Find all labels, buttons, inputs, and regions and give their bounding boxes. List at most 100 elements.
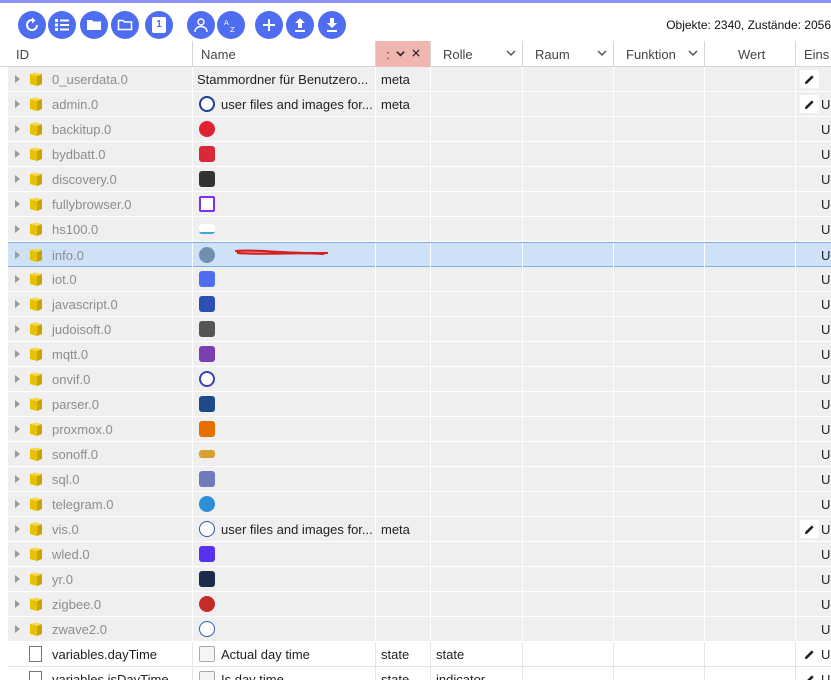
object-id[interactable]: fullybrowser.0	[52, 197, 131, 212]
expand-toggle-icon[interactable]	[15, 100, 20, 108]
settings-u-label[interactable]: U	[821, 347, 830, 362]
object-id[interactable]: sql.0	[52, 472, 79, 487]
object-id[interactable]: admin.0	[52, 97, 98, 112]
settings-u-label[interactable]: U	[821, 597, 830, 612]
object-id[interactable]: vis.0	[52, 522, 79, 537]
settings-u-label[interactable]: U	[821, 122, 830, 137]
column-function[interactable]: Funktion	[614, 41, 705, 67]
refresh-icon[interactable]	[18, 11, 46, 39]
object-id[interactable]: parser.0	[52, 397, 99, 412]
expand-toggle-icon[interactable]	[15, 275, 20, 283]
download-icon[interactable]	[318, 11, 346, 39]
settings-u-label[interactable]: U	[821, 497, 830, 512]
expand-toggle-icon[interactable]	[15, 500, 20, 508]
settings-u-label[interactable]: U	[821, 222, 830, 237]
edit-button[interactable]	[800, 520, 819, 538]
expand-toggle-icon[interactable]	[15, 400, 20, 408]
number-icon[interactable]: 1	[145, 11, 173, 39]
list-icon[interactable]	[48, 11, 76, 39]
expand-toggle-icon[interactable]	[15, 350, 20, 358]
chevron-down-icon[interactable]	[506, 48, 516, 58]
settings-u-label[interactable]: U	[821, 647, 830, 662]
settings-u-label[interactable]: U	[821, 397, 830, 412]
column-id[interactable]: ID	[8, 41, 193, 67]
table-row[interactable]: parser.0 U	[8, 392, 831, 417]
table-row[interactable]: zigbee.0 U	[8, 592, 831, 617]
expand-toggle-icon[interactable]	[15, 225, 20, 233]
table-row[interactable]: hs100.0 U	[8, 217, 831, 242]
expand-toggle-icon[interactable]	[15, 75, 20, 83]
table-row[interactable]: iot.0 U	[8, 267, 831, 292]
settings-u-label[interactable]: U	[821, 248, 830, 263]
edit-button[interactable]	[800, 670, 819, 680]
table-row[interactable]: backitup.0 U	[8, 117, 831, 142]
table-row[interactable]: sonoff.0 U	[8, 442, 831, 467]
expand-toggle-icon[interactable]	[15, 425, 20, 433]
object-id[interactable]: wled.0	[52, 547, 90, 562]
folder-icon[interactable]	[80, 11, 108, 39]
table-row[interactable]: zwave2.0 U	[8, 617, 831, 642]
object-id[interactable]: onvif.0	[52, 372, 90, 387]
settings-u-label[interactable]: U	[821, 622, 830, 637]
table-row[interactable]: discovery.0 U	[8, 167, 831, 192]
table-row[interactable]: bydbatt.0 U	[8, 142, 831, 167]
chevron-down-icon[interactable]	[396, 49, 405, 58]
object-id[interactable]: proxmox.0	[52, 422, 113, 437]
expand-toggle-icon[interactable]	[15, 251, 20, 259]
column-type-filter[interactable]: :	[376, 41, 431, 67]
settings-u-label[interactable]: U	[821, 422, 830, 437]
table-row[interactable]: javascript.0 U	[8, 292, 831, 317]
expand-toggle-icon[interactable]	[15, 450, 20, 458]
table-row[interactable]: judoisoft.0 U	[8, 317, 831, 342]
settings-u-label[interactable]: U	[821, 447, 830, 462]
table-row[interactable]: 0_userdata.0 Stammordner für Benutzero...…	[8, 67, 831, 92]
person-settings-icon[interactable]	[187, 11, 215, 39]
sort-az-icon[interactable]: AZ	[217, 11, 245, 39]
table-row[interactable]: variables.dayTime Actual day time state sta…	[8, 642, 831, 667]
expand-toggle-icon[interactable]	[15, 525, 20, 533]
chevron-down-icon[interactable]	[597, 48, 607, 58]
object-id[interactable]: javascript.0	[52, 297, 118, 312]
upload-icon[interactable]	[286, 11, 314, 39]
settings-u-label[interactable]: U	[821, 372, 830, 387]
table-row[interactable]: vis.0 user files and images for... meta U	[8, 517, 831, 542]
table-row[interactable]: variables.isDayTime Is day time state indic…	[8, 667, 831, 680]
expand-toggle-icon[interactable]	[15, 325, 20, 333]
object-id[interactable]: 0_userdata.0	[52, 72, 128, 87]
settings-u-label[interactable]: U	[821, 547, 830, 562]
expand-toggle-icon[interactable]	[15, 200, 20, 208]
settings-u-label[interactable]: U	[821, 322, 830, 337]
table-row[interactable]: sql.0 U	[8, 467, 831, 492]
table-row[interactable]: mqtt.0 U	[8, 342, 831, 367]
object-id[interactable]: zigbee.0	[52, 597, 101, 612]
object-id[interactable]: variables.isDayTime	[52, 672, 169, 680]
settings-u-label[interactable]: U	[821, 672, 830, 680]
clear-filter-icon[interactable]	[412, 49, 420, 57]
chevron-down-icon[interactable]	[688, 48, 698, 58]
object-id[interactable]: discovery.0	[52, 172, 117, 187]
settings-u-label[interactable]: U	[821, 147, 830, 162]
settings-u-label[interactable]: U	[821, 297, 830, 312]
expand-toggle-icon[interactable]	[15, 375, 20, 383]
settings-u-label[interactable]: U	[821, 272, 830, 287]
table-row[interactable]: admin.0 user files and images for... meta U	[8, 92, 831, 117]
expand-toggle-icon[interactable]	[15, 550, 20, 558]
table-row[interactable]: wled.0 U	[8, 542, 831, 567]
object-id[interactable]: hs100.0	[52, 222, 98, 237]
plus-icon[interactable]	[255, 11, 283, 39]
edit-button[interactable]	[800, 70, 819, 88]
expand-toggle-icon[interactable]	[15, 575, 20, 583]
settings-u-label[interactable]: U	[821, 472, 830, 487]
object-id[interactable]: telegram.0	[52, 497, 113, 512]
expand-toggle-icon[interactable]	[15, 300, 20, 308]
settings-u-label[interactable]: U	[821, 197, 830, 212]
object-id[interactable]: mqtt.0	[52, 347, 88, 362]
folder-outline-icon[interactable]	[111, 11, 139, 39]
expand-toggle-icon[interactable]	[15, 175, 20, 183]
settings-u-label[interactable]: U	[821, 97, 830, 112]
settings-u-label[interactable]: U	[821, 172, 830, 187]
settings-u-label[interactable]: U	[821, 522, 830, 537]
object-id[interactable]: variables.dayTime	[52, 647, 157, 662]
table-row[interactable]: yr.0 U	[8, 567, 831, 592]
column-settings[interactable]: Eins	[796, 41, 831, 67]
